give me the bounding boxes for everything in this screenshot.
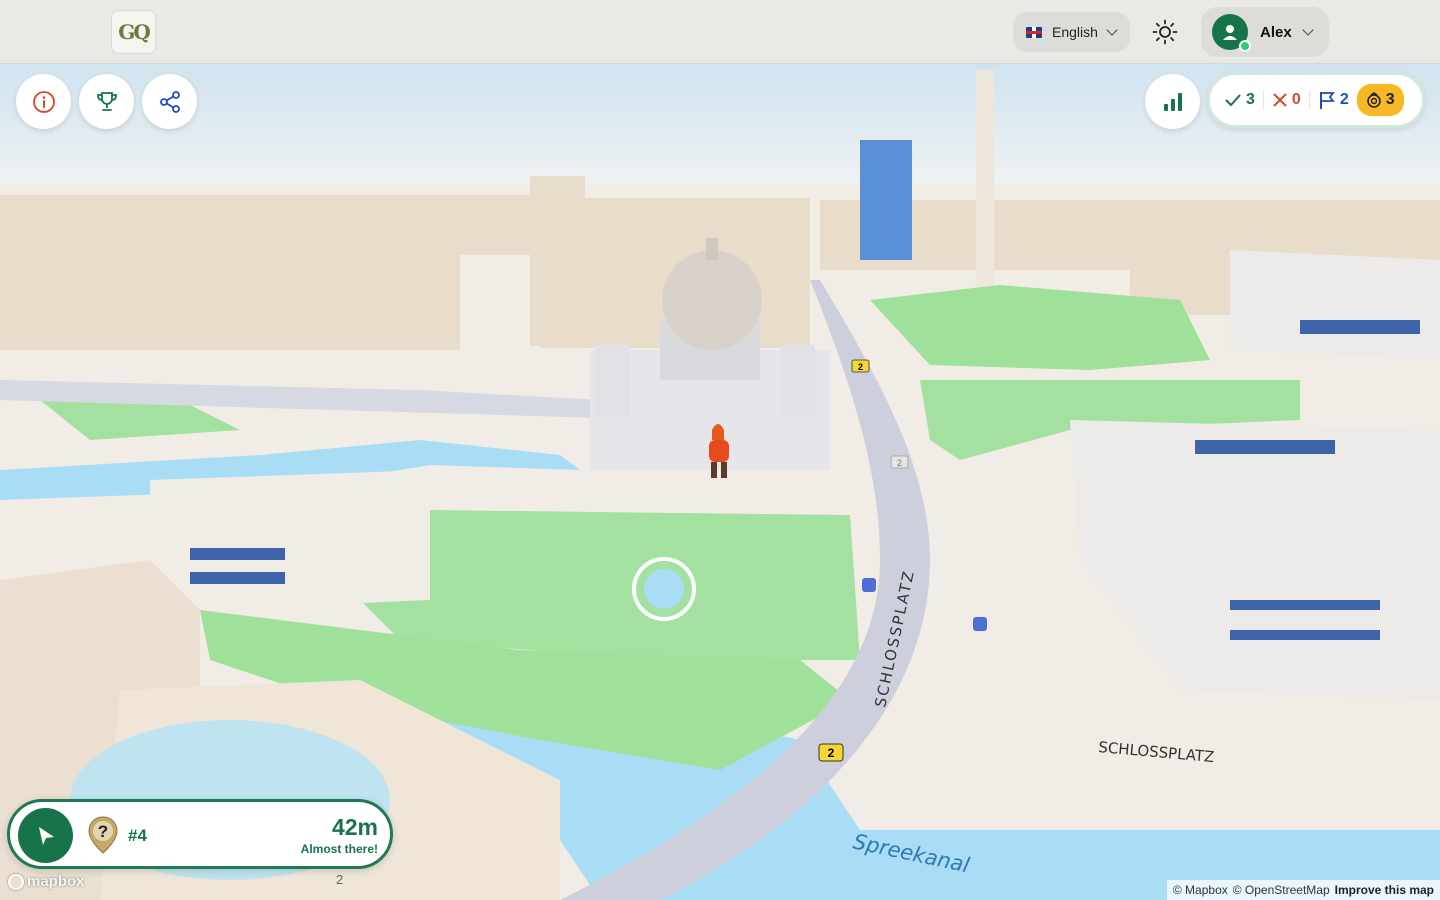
question-number: #4 [128,826,147,845]
user-icon [1223,25,1237,40]
route-shield: 2 [818,743,844,762]
check-icon [1225,94,1241,107]
coin-value: 3 [1385,91,1395,108]
svg-text:2: 2 [828,746,835,760]
avatar [1212,14,1251,52]
coin-icon [1366,92,1381,108]
share-button[interactable] [142,74,197,129]
mapbox-icon [8,873,24,890]
online-status-dot [1239,40,1251,52]
app-logo[interactable]: GQ [111,10,156,54]
map-attribution: © Mapbox © OpenStreetMap Improve this ma… [1166,880,1440,900]
chevron-down-icon [1302,24,1314,36]
flag-count: 2 [1318,90,1349,110]
divider [1308,90,1310,110]
map-number-label: 2 [336,872,343,887]
mapbox-wordmark: mapbox [27,873,85,890]
improve-map-link[interactable]: Improve this map [1335,883,1434,897]
user-name: Alex [1260,23,1292,41]
user-menu[interactable]: Alex [1201,7,1329,57]
theme-toggle-button[interactable] [1142,10,1188,54]
trophy-icon [96,91,117,111]
stats-button[interactable] [1145,74,1200,129]
lustgarten-park [360,510,860,660]
osm-attribution-link[interactable]: © OpenStreetMap [1233,883,1330,897]
tower-building [860,140,912,260]
fountain [644,569,684,609]
svg-text:2: 2 [897,458,902,468]
mapbox-attribution-link[interactable]: © Mapbox [1173,883,1228,897]
correct-value: 3 [1246,91,1255,108]
flag-value: 2 [1339,91,1349,108]
svg-text:?: ? [98,822,108,841]
map-view[interactable]: 2 2 2 SCHLOSSPLATZ SCHLOSSPLATZ Spreekan… [0,0,1440,900]
logo-text: GQ [118,20,150,44]
leaderboard-button[interactable] [79,74,134,129]
language-label: English [1052,24,1098,40]
svg-text:2: 2 [858,362,863,372]
chevron-down-icon [1106,24,1118,36]
navigation-arrow-icon [38,826,54,845]
info-button[interactable] [16,74,71,129]
score-summary[interactable]: 3 0 2 3 [1207,72,1425,128]
language-selector[interactable]: English [1013,12,1130,52]
route-shield: 2 [890,455,909,469]
navigate-button[interactable] [18,808,73,863]
bar-chart-icon [1163,92,1182,111]
correct-count: 3 [1224,91,1255,109]
route-shield: 2 [851,359,870,373]
bus-stop-icon[interactable] [862,578,876,592]
coin-count: 3 [1356,84,1404,116]
info-icon [32,90,55,113]
question-status-card[interactable]: ? #4 42m Almost there! [7,799,393,869]
mapbox-logo[interactable]: mapbox [8,873,85,890]
sun-icon [1152,19,1178,45]
top-bar: GQ English Alex [0,0,1440,64]
bus-stop-icon[interactable] [973,617,987,631]
tv-tower [976,70,994,290]
map-canvas[interactable]: 2 2 2 SCHLOSSPLATZ SCHLOSSPLATZ Spreekan… [0,0,1440,900]
divider [1262,90,1264,110]
distance-value: 42m [331,814,378,840]
share-icon [159,90,180,113]
proximity-message: Almost there! [300,842,378,856]
uk-flag-icon [1026,26,1042,38]
flag-icon [1319,92,1335,109]
close-icon [1273,93,1287,107]
wrong-value: 0 [1291,91,1301,108]
question-pin-icon: ? [88,816,118,854]
wrong-count: 0 [1272,91,1301,109]
